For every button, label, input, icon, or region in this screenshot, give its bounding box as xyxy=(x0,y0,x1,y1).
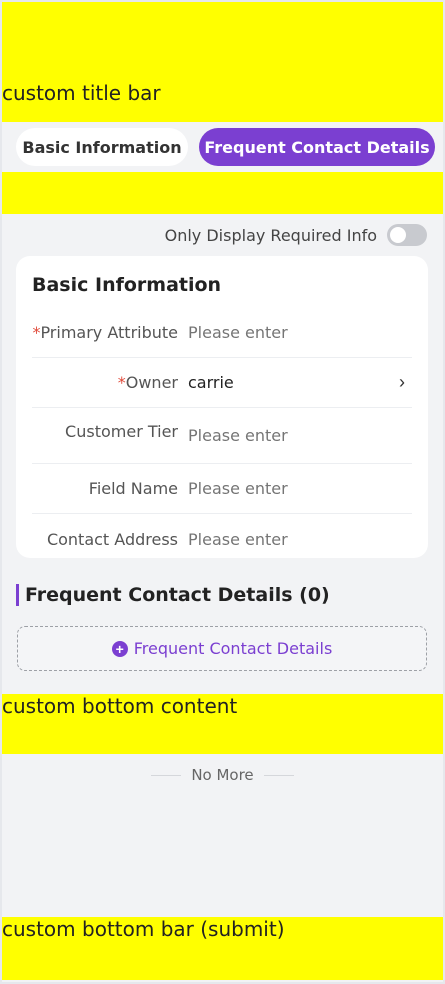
field-label: *Owner xyxy=(32,373,178,392)
no-more-indicator: No More xyxy=(2,764,443,786)
field-label-text: Owner xyxy=(125,373,178,392)
title-bar-label: custom title bar xyxy=(2,81,161,105)
chevron-right-icon: › xyxy=(399,372,405,392)
tabs-row: Basic Information Frequent Contact Detai… xyxy=(2,122,443,172)
section-title: Frequent Contact Details (0) xyxy=(25,584,330,606)
field-field-name: Field Name xyxy=(32,464,412,514)
divider-line xyxy=(263,774,294,776)
frequent-contacts-section-header: Frequent Contact Details (0) xyxy=(16,584,330,606)
title-bar-placeholder: custom title bar xyxy=(2,2,443,122)
section-accent-bar xyxy=(16,584,19,606)
card-title: Basic Information xyxy=(32,274,222,296)
field-label: Contact Address xyxy=(32,530,178,549)
field-label-text: Field Name xyxy=(88,479,178,498)
bottom-bar-label: custom bottom bar (submit) xyxy=(2,917,285,941)
field-label-text: Customer Tier xyxy=(65,422,178,441)
required-toggle-row: Only Display Required Info xyxy=(2,220,443,250)
required-marker: * xyxy=(117,373,126,392)
tab-frequent-contact-details[interactable]: Frequent Contact Details xyxy=(199,128,435,166)
field-owner[interactable]: *Owner carrie › xyxy=(32,358,412,408)
toggle-knob xyxy=(390,227,406,243)
basic-information-card: Basic Information *Primary Attribute *Ow… xyxy=(16,256,428,558)
bottom-content-label: custom bottom content xyxy=(2,694,238,718)
contact-address-input[interactable] xyxy=(188,529,412,549)
add-frequent-contact-button[interactable]: + Frequent Contact Details xyxy=(17,626,427,671)
owner-value: carrie xyxy=(188,373,234,392)
field-label-text: Primary Attribute xyxy=(40,323,178,342)
tab-basic-information[interactable]: Basic Information xyxy=(16,128,188,166)
field-contact-address: Contact Address xyxy=(32,514,412,564)
field-label: *Primary Attribute xyxy=(32,323,178,342)
field-name-input[interactable] xyxy=(188,479,412,498)
field-label: Field Name xyxy=(32,479,178,498)
required-info-toggle[interactable] xyxy=(387,224,427,246)
bottom-content-placeholder: custom bottom content xyxy=(2,694,443,754)
field-customer-tier: Customer Tier xyxy=(32,408,412,464)
field-label: Customer Tier xyxy=(32,422,178,441)
field-primary-attribute: *Primary Attribute xyxy=(32,308,412,358)
add-button-label: Frequent Contact Details xyxy=(133,639,333,658)
bottom-bar-placeholder[interactable]: custom bottom bar (submit) xyxy=(2,917,443,980)
no-more-text: No More xyxy=(191,766,254,784)
field-label-text: Contact Address xyxy=(46,529,178,549)
plus-circle-icon: + xyxy=(111,640,128,657)
primary-attribute-input[interactable] xyxy=(188,323,412,342)
app-frame: custom title bar Basic Information Frequ… xyxy=(2,2,443,982)
toggle-label: Only Display Required Info xyxy=(164,225,377,245)
divider-line xyxy=(151,774,182,776)
clipped-content-band xyxy=(2,172,443,214)
customer-tier-input[interactable] xyxy=(188,426,412,445)
